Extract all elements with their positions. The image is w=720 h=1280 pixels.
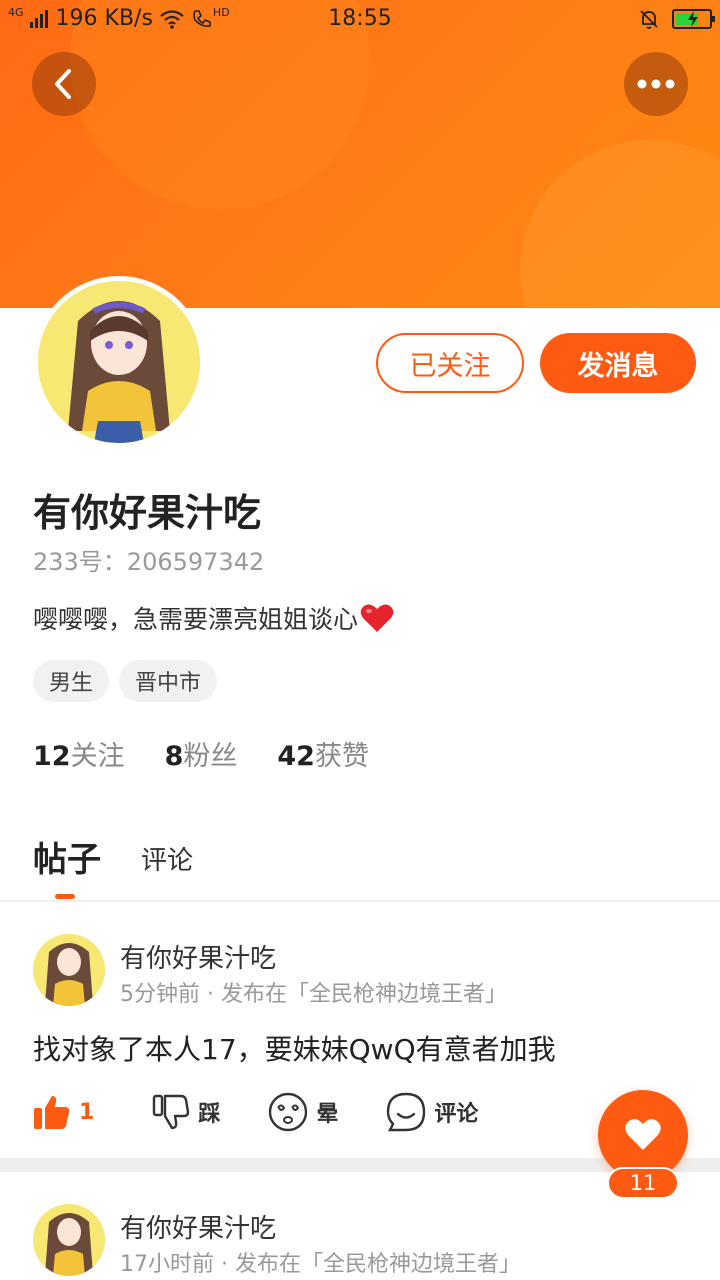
user-bio: 嘤嘤嘤，急需要漂亮姐姐谈心 — [33, 600, 394, 636]
post-meta: 17小时前 · 发布在「全民枪神边境王者」 — [120, 1252, 521, 1277]
stat-label: 粉丝 — [183, 741, 238, 772]
dislike-button[interactable]: 踩 — [152, 1094, 220, 1130]
comment-icon — [387, 1092, 426, 1132]
status-right — [638, 8, 715, 30]
post-meta: 5分钟前 · 发布在「全民枪神边境王者」 — [120, 982, 507, 1007]
profile-stats: 12关注 8粉丝 42获赞 — [33, 734, 369, 773]
post-author-name[interactable]: 有你好果汁吃 — [120, 938, 276, 975]
status-time: 18:55 — [328, 6, 392, 31]
stat-fans[interactable]: 8粉丝 — [165, 734, 238, 773]
dizzy-face-icon — [269, 1092, 308, 1132]
profile-avatar[interactable] — [33, 276, 205, 448]
comment-label: 评论 — [434, 1102, 479, 1127]
back-button[interactable] — [32, 52, 96, 116]
avatar-image — [38, 281, 200, 443]
tab-posts-label: 帖子 — [33, 840, 101, 880]
bio-text: 嘤嘤嘤，急需要漂亮姐姐谈心 — [33, 605, 359, 634]
user-id: 233号：206597342 — [33, 548, 265, 576]
stat-number: 42 — [277, 741, 315, 772]
post-author-avatar[interactable] — [33, 1204, 105, 1276]
more-button[interactable] — [624, 52, 688, 116]
post-actions: 1 踩 晕 评论 — [33, 1092, 526, 1132]
chevron-left-icon — [55, 69, 71, 99]
heart-icon — [625, 1119, 661, 1150]
stat-label: 关注 — [70, 741, 125, 772]
post-content[interactable]: 找对象了本人17，要妹妹QwQ有意者加我 — [33, 1028, 556, 1068]
dizzy-button[interactable]: 晕 — [268, 1092, 338, 1132]
tag-gender: 男生 — [33, 660, 110, 702]
like-button[interactable]: 1 — [33, 1094, 94, 1130]
send-message-button[interactable]: 发消息 — [540, 333, 696, 393]
tag-city: 晋中市 — [119, 660, 218, 702]
tab-comments[interactable]: 评论 — [141, 840, 193, 881]
profile-tabs: 帖子 评论 — [33, 832, 193, 899]
floating-like-count: 11 — [607, 1167, 679, 1199]
tab-indicator — [55, 894, 75, 899]
mute-bell-icon — [640, 10, 658, 29]
stat-likes[interactable]: 42获赞 — [277, 734, 369, 773]
red-heart-icon — [360, 604, 394, 632]
comment-button[interactable]: 评论 — [386, 1092, 478, 1132]
thumbs-down-icon — [153, 1094, 190, 1130]
profile-tags: 男生 晋中市 — [33, 660, 218, 702]
profile-banner — [0, 0, 720, 308]
tab-posts[interactable]: 帖子 — [33, 832, 101, 899]
post-author-avatar[interactable] — [33, 934, 105, 1006]
battery-icon — [672, 9, 715, 29]
user-name: 有你好果汁吃 — [33, 491, 262, 535]
status-bar: 4G 196 KB/s HD 18:55 — [0, 0, 720, 40]
banner-decoration — [520, 140, 720, 308]
dizzy-label: 晕 — [316, 1102, 339, 1127]
stat-label: 获赞 — [314, 741, 369, 772]
stat-number: 8 — [164, 741, 184, 772]
stat-following[interactable]: 12关注 — [33, 734, 125, 773]
thumbs-up-icon — [34, 1096, 70, 1129]
post-author-name[interactable]: 有你好果汁吃 — [120, 1208, 276, 1245]
more-horizontal-icon — [637, 79, 675, 89]
dislike-label: 踩 — [198, 1102, 221, 1127]
stat-number: 12 — [33, 741, 71, 772]
followed-button[interactable]: 已关注 — [376, 333, 524, 393]
like-count: 1 — [79, 1099, 95, 1125]
